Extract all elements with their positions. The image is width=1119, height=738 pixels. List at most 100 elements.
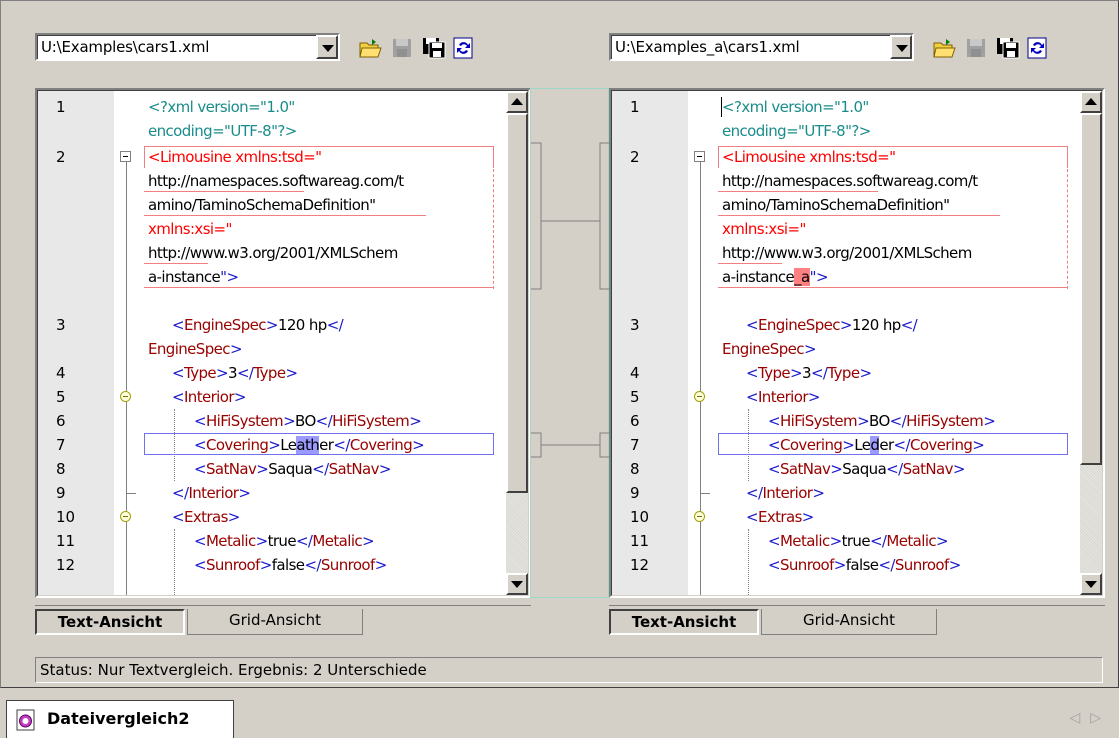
save-as-icon[interactable] [996, 37, 1020, 59]
code-line: <Metalic>true</Metalic> [768, 532, 949, 550]
line-number: 8 [56, 460, 66, 478]
line-number: 1 [56, 98, 66, 116]
code-line: </Interior> [746, 484, 825, 502]
line-number: 2 [56, 148, 66, 166]
tab-text-view[interactable]: Text-Ansicht [35, 609, 185, 635]
line-number: 10 [56, 508, 76, 526]
fold-guide [700, 157, 701, 595]
line-number: 9 [56, 484, 66, 502]
code-line: <Limousine xmlns:tsd=" [148, 148, 322, 166]
code-line: <Covering>Leder</Covering> [768, 436, 985, 454]
reload-icon[interactable] [452, 37, 476, 59]
document-tab[interactable]: Dateivergleich2 [6, 700, 234, 738]
file-compare-icon [15, 709, 37, 731]
indent-guide [748, 529, 749, 595]
line-number: 9 [630, 484, 640, 502]
fold-node-icon[interactable] [120, 391, 131, 402]
code-line: <SatNav>Saqua</SatNav> [194, 460, 391, 478]
line-number: 6 [56, 412, 66, 430]
save-disabled-icon[interactable] [390, 37, 414, 59]
tab-text-view[interactable]: Text-Ansicht [609, 609, 759, 635]
line-number: 3 [56, 316, 66, 334]
fold-node-icon[interactable] [120, 511, 131, 522]
code-line: <Extras> [172, 508, 240, 526]
fold-node-icon[interactable] [694, 511, 705, 522]
code-line: <Limousine xmlns:tsd=" [722, 148, 896, 166]
right-file-combo[interactable]: U:\Examples_a\cars1.xml [609, 33, 914, 61]
scroll-thumb[interactable] [1080, 113, 1102, 465]
save-as-icon[interactable] [422, 37, 446, 59]
fold-node-icon[interactable] [694, 391, 705, 402]
tab-scroll-arrows[interactable]: ◁▷ [1069, 710, 1111, 726]
left-combo-dropdown-button[interactable] [316, 35, 338, 59]
code-line: encoding="UTF-8"?> [722, 122, 871, 140]
right-combo-dropdown-button[interactable] [890, 35, 912, 59]
left-code-area[interactable]: 1 2 3 4 5 6 7 8 9 10 11 12 <?xml version… [38, 91, 508, 595]
code-line: amino/TaminoSchemaDefinition" [148, 196, 376, 214]
line-number: 3 [630, 316, 640, 334]
line-number: 2 [630, 148, 640, 166]
line-number: 7 [630, 436, 640, 454]
scroll-thumb[interactable] [506, 113, 528, 493]
code-line: <Extras> [746, 508, 814, 526]
fold-collapse-icon[interactable] [120, 151, 131, 162]
code-line: a-instance"> [148, 268, 239, 286]
line-number: 4 [630, 364, 640, 382]
tab-scroll-left-icon[interactable]: ◁ [1069, 710, 1090, 726]
right-view-tabs: Text-Ansicht Grid-Ansicht [609, 605, 1105, 637]
right-code-area[interactable]: 1 2 3 4 5 6 7 8 9 10 11 12 <?xml version… [612, 91, 1082, 595]
reload-icon[interactable] [1026, 37, 1050, 59]
code-line: <?xml version="1.0" [148, 98, 295, 116]
open-folder-icon[interactable] [358, 37, 382, 59]
line-number: 12 [630, 556, 650, 574]
diff-connector-area [530, 88, 610, 598]
code-line: <HiFiSystem>BO</HiFiSystem> [768, 412, 996, 430]
compare-window: U:\Examples\cars1.xml 1 2 3 4 5 6 7 8 9 … [0, 0, 1119, 688]
left-file-combo[interactable]: U:\Examples\cars1.xml [35, 33, 340, 61]
line-number: 6 [630, 412, 640, 430]
code-line: amino/TaminoSchemaDefinition" [722, 196, 950, 214]
document-tab-label: Dateivergleich2 [47, 709, 190, 728]
right-path-row: U:\Examples_a\cars1.xml [609, 31, 1105, 61]
code-line: <EngineSpec>120 hp</ [172, 316, 344, 334]
line-number: 11 [630, 532, 650, 550]
line-number: 12 [56, 556, 76, 574]
code-line: <Sunroof>false</Sunroof> [194, 556, 387, 574]
fold-end-line [700, 493, 710, 494]
open-folder-icon[interactable] [932, 37, 956, 59]
line-number: 8 [630, 460, 640, 478]
left-path-row: U:\Examples\cars1.xml [35, 31, 531, 61]
code-line: <?xml version="1.0" [722, 98, 869, 116]
fold-collapse-icon[interactable] [694, 151, 705, 162]
diff-region-edge [493, 169, 494, 289]
right-text-editor[interactable]: 1 2 3 4 5 6 7 8 9 10 11 12 <?xml version… [609, 88, 1105, 598]
scroll-up-button[interactable] [506, 91, 528, 113]
code-line: EngineSpec> [148, 340, 243, 358]
code-line: <Interior> [746, 388, 820, 406]
line-number: 4 [56, 364, 66, 382]
code-line: <Sunroof>false</Sunroof> [768, 556, 961, 574]
scroll-down-button[interactable] [1080, 573, 1102, 595]
tab-scroll-right-icon[interactable]: ▷ [1090, 710, 1111, 726]
diff-region-edge [1067, 169, 1068, 289]
tab-grid-view[interactable]: Grid-Ansicht [187, 609, 363, 635]
code-line: <Metalic>true</Metalic> [194, 532, 375, 550]
code-line: a-instance_a"> [722, 268, 829, 286]
code-line: http://namespaces.softwareag.com/t [148, 172, 404, 190]
status-bar: Status: Nur Textvergleich. Ergebnis: 2 U… [35, 657, 1103, 683]
right-vertical-scrollbar[interactable] [1080, 91, 1102, 595]
code-line: <EngineSpec>120 hp</ [746, 316, 918, 334]
left-text-editor[interactable]: 1 2 3 4 5 6 7 8 9 10 11 12 <?xml version… [35, 88, 531, 598]
code-line: http://www.w3.org/2001/XMLSchem [148, 244, 398, 262]
scroll-down-button[interactable] [506, 573, 528, 595]
right-file-path: U:\Examples_a\cars1.xml [615, 38, 800, 56]
tab-grid-view[interactable]: Grid-Ansicht [761, 609, 937, 635]
fold-end-line [126, 493, 136, 494]
left-vertical-scrollbar[interactable] [506, 91, 528, 595]
code-line: xmlns:xsi=" [722, 220, 806, 238]
line-number: 7 [56, 436, 66, 454]
save-disabled-icon[interactable] [964, 37, 988, 59]
left-file-path: U:\Examples\cars1.xml [41, 38, 210, 56]
line-number: 5 [56, 388, 66, 406]
scroll-up-button[interactable] [1080, 91, 1102, 113]
